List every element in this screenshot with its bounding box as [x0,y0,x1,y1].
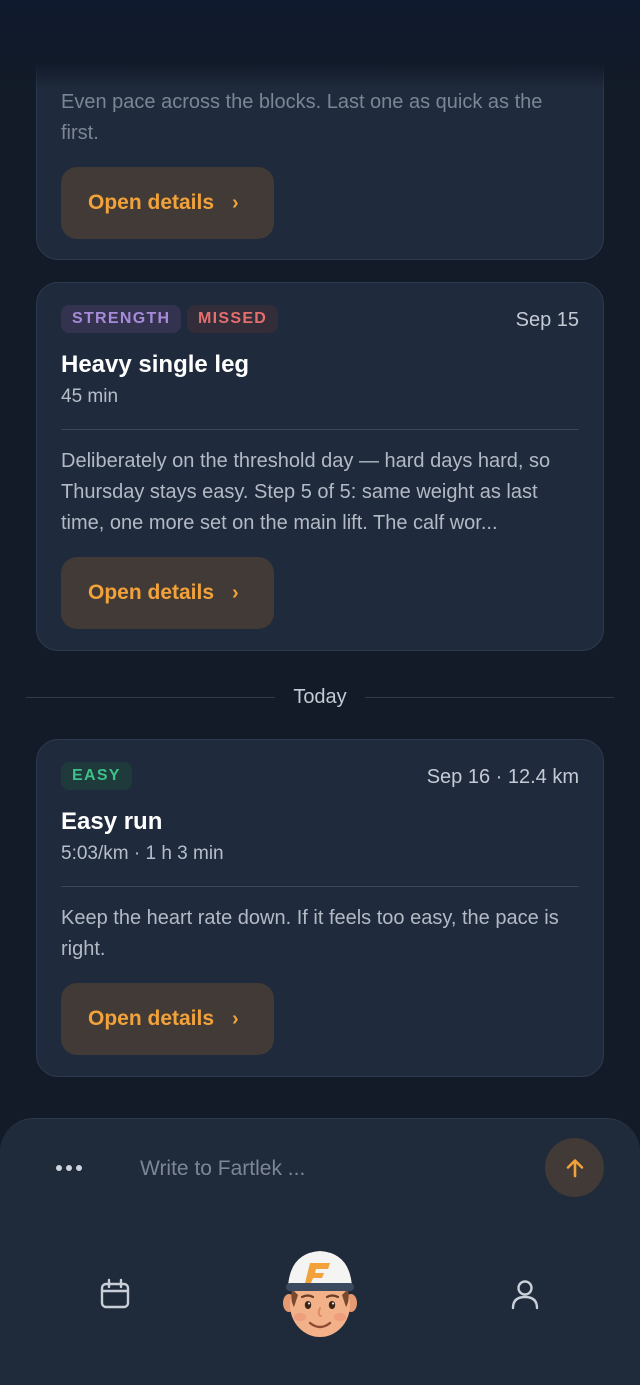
coach-avatar[interactable] [280,1245,360,1341]
chevron-right-icon: › [232,1007,239,1030]
open-details-label: Open details [88,581,215,604]
workout-title: Easy run [61,808,163,835]
bottom-panel [0,1118,640,1385]
top-header-fade [0,0,640,90]
calendar-icon[interactable] [98,1277,132,1311]
tag-strength: STRENGTH [61,305,182,333]
workout-pace-duration: 5:03/km · 1 h 3 min [61,843,224,864]
open-details-button[interactable]: Open details › [61,557,274,629]
workout-description: Even pace across the blocks. Last one as… [61,91,543,144]
open-details-label: Open details [88,191,215,214]
user-icon[interactable] [508,1277,542,1311]
workout-date: Sep 15 [515,309,579,331]
workout-title: Heavy single leg [61,351,250,378]
card-divider [61,886,579,887]
workout-card-strength[interactable]: STRENGTH MISSED Sep 15 Heavy single leg … [36,282,604,651]
workout-duration: 45 min [61,386,119,407]
open-details-button[interactable]: Open details › [61,983,274,1055]
today-separator: Today [26,686,614,710]
card-divider [61,429,579,430]
chevron-right-icon: › [232,581,239,604]
open-details-button[interactable]: Open details › [61,167,274,239]
open-details-label: Open details [88,1007,215,1030]
tag-missed: MISSED [187,305,279,333]
workout-date-distance: Sep 16 · 12.4 km [426,766,579,788]
message-input[interactable] [140,1149,520,1189]
arrow-up-icon [566,1158,583,1177]
send-button[interactable] [545,1138,604,1197]
workout-feed[interactable]: Even pace across the blocks. Last one as… [0,0,640,1120]
workout-description: Deliberately on the threshold day — hard… [61,450,551,534]
workout-card-easy-run[interactable]: EASY Sep 16 · 12.4 km Easy run 5:03/km ·… [36,739,604,1077]
chevron-right-icon: › [232,191,239,214]
separator-line-right [365,697,614,698]
tag-easy: EASY [61,762,132,790]
workout-description: Keep the heart rate down. If it feels to… [61,907,559,960]
more-dots-icon[interactable] [50,1153,88,1183]
